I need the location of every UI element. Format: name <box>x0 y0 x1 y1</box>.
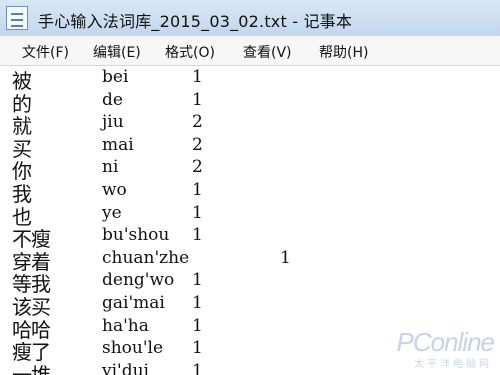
pinyin-text: mai <box>102 134 134 155</box>
pinyin-text: jiu <box>102 112 124 133</box>
notepad-icon <box>6 6 28 30</box>
text-line: 被 bei 1 <box>0 66 500 93</box>
frequency-text: 1 <box>192 315 203 336</box>
window-title: 手心输入法词库_2015_03_02.txt - 记事本 <box>38 12 353 31</box>
menu-bar: 文件(F) 编辑(E) 格式(O) 查看(V) 帮助(H) <box>0 36 500 66</box>
frequency-text: 1 <box>192 89 203 110</box>
text-line: 买 mai 2 <box>0 134 500 161</box>
pinyin-text: bu'shou <box>102 225 170 246</box>
frequency-text: 1 <box>192 202 203 223</box>
text-line: 也 ye 1 <box>0 202 500 229</box>
pinyin-text: ni <box>102 157 119 178</box>
watermark-logo: PConline <box>396 327 495 357</box>
title-bar: 手心输入法词库_2015_03_02.txt - 记事本 <box>0 0 500 37</box>
frequency-text: 1 <box>280 247 291 268</box>
frequency-text: 1 <box>192 180 203 200</box>
frequency-text: 2 <box>192 134 203 155</box>
menu-edit[interactable]: 编辑(E) <box>91 42 143 62</box>
frequency-text: 1 <box>192 293 203 313</box>
text-line: 我 wo 1 <box>0 179 500 206</box>
text-editor[interactable]: 被 bei 1 的 de 1 就 jiu 2 买 mai 2 你 ni 2 我 wo 1 也 ye 1 不瘦 bu'shou… <box>0 66 500 375</box>
pinyin-text: bei <box>102 67 129 87</box>
menu-view[interactable]: 查看(V) <box>241 42 294 62</box>
pconline-watermark: PConline 太平洋电脑网 <box>382 327 495 373</box>
frequency-text: 1 <box>192 270 203 291</box>
menu-file[interactable]: 文件(F) <box>20 42 71 62</box>
pinyin-text: wo <box>102 180 127 200</box>
frequency-text: 1 <box>192 360 203 375</box>
text-line: 的 de 1 <box>0 89 500 116</box>
frequency-text: 1 <box>192 338 203 359</box>
menu-format[interactable]: 格式(O) <box>163 42 217 62</box>
text-line: 穿着 chuan'zhe 1 <box>0 247 500 274</box>
word-text: 一堆 <box>12 362 51 375</box>
text-line: 就 jiu 2 <box>0 111 500 138</box>
pinyin-text: yi'dui <box>102 360 149 375</box>
pinyin-text: de <box>102 89 123 110</box>
pinyin-text: ye <box>102 202 122 223</box>
frequency-text: 1 <box>192 225 203 246</box>
pinyin-text: deng'wo <box>102 270 175 291</box>
text-line: 不瘦 bu'shou 1 <box>0 224 500 251</box>
pinyin-text: gai'mai <box>102 293 165 313</box>
text-line: 你 ni 2 <box>0 156 500 183</box>
watermark-subtitle: 太平洋电脑网 <box>414 359 492 370</box>
text-line: 该买 gai'mai 1 <box>0 292 500 319</box>
frequency-text: 1 <box>192 67 203 87</box>
pinyin-text: chuan'zhe <box>102 247 190 268</box>
frequency-text: 2 <box>192 112 203 133</box>
menu-help[interactable]: 帮助(H) <box>317 42 370 62</box>
pinyin-text: shou'le <box>102 338 164 359</box>
pinyin-text: ha'ha <box>102 315 149 336</box>
text-line: 等我 deng'wo 1 <box>0 269 500 296</box>
frequency-text: 2 <box>192 157 203 178</box>
